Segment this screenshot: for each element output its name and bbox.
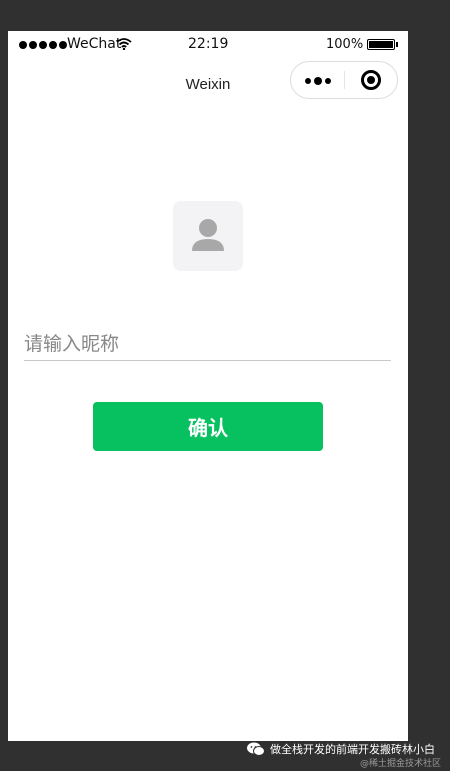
close-miniprogram-icon[interactable]: [361, 70, 381, 90]
capsule-divider: [344, 71, 345, 89]
battery-icon: [367, 39, 398, 50]
signal-icon: [19, 41, 67, 49]
status-bar: WeChat 22:19 100%: [8, 31, 408, 59]
default-avatar-icon: [192, 219, 224, 251]
avatar-button[interactable]: [173, 201, 243, 271]
wifi-icon: [116, 38, 132, 50]
watermark-text: 做全栈开发的前端开发搬砖林小白: [270, 743, 435, 756]
nickname-input[interactable]: [24, 327, 391, 361]
carrier-name: WeChat: [67, 36, 122, 52]
confirm-button[interactable]: 确认: [93, 402, 323, 451]
miniprogram-capsule: [290, 61, 398, 99]
battery-percentage: 100%: [326, 37, 364, 52]
watermark-source: @稀土掘金技术社区: [360, 759, 442, 769]
phone-screen: WeChat 22:19 100% Weixin 确认: [8, 31, 408, 741]
wechat-logo-icon: [247, 742, 265, 756]
clock: 22:19: [188, 36, 229, 52]
more-dots-icon[interactable]: [305, 77, 331, 85]
